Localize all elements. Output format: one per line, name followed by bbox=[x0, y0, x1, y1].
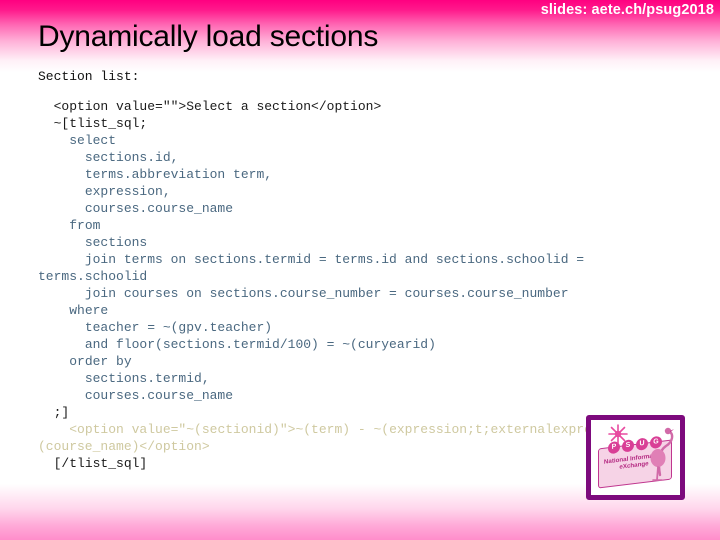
code-line: join terms on sections.termid = terms.id… bbox=[38, 252, 592, 284]
section-list-label: Section list: bbox=[38, 69, 140, 84]
code-line: expression, bbox=[38, 184, 171, 199]
code-line: teacher = ~(gpv.teacher) bbox=[38, 320, 273, 335]
starburst-icon bbox=[608, 424, 628, 444]
code-line: join courses on sections.course_number =… bbox=[38, 286, 569, 301]
code-line: where bbox=[38, 303, 109, 318]
code-line: sections.termid, bbox=[38, 371, 210, 386]
code-line: <option value="">Select a section</optio… bbox=[38, 99, 382, 114]
code-line: ~[tlist_sql; bbox=[38, 116, 148, 131]
slide-body: Section list: <option value="">Select a … bbox=[0, 68, 720, 472]
psug-nix-logo: P S U G National Information eXchange bbox=[586, 415, 685, 500]
code-line: sections bbox=[38, 235, 148, 250]
slides-url-text: slides: aete.ch/psug2018 bbox=[540, 2, 714, 18]
page-title: Dynamically load sections bbox=[38, 20, 379, 53]
code-line: courses.course_name bbox=[38, 201, 234, 216]
code-line: and floor(sections.termid/100) = ~(curye… bbox=[38, 337, 436, 352]
code-line: terms.abbreviation term, bbox=[38, 167, 273, 182]
code-line: from bbox=[38, 218, 101, 233]
code-line: sections.id, bbox=[38, 150, 179, 165]
flamingo-icon bbox=[650, 427, 674, 481]
code-line: select bbox=[38, 133, 117, 148]
code-line: courses.course_name bbox=[38, 388, 234, 403]
slide-canvas: slides: aete.ch/psug2018 Dynamically loa… bbox=[0, 0, 720, 540]
code-line: order by bbox=[38, 354, 132, 369]
